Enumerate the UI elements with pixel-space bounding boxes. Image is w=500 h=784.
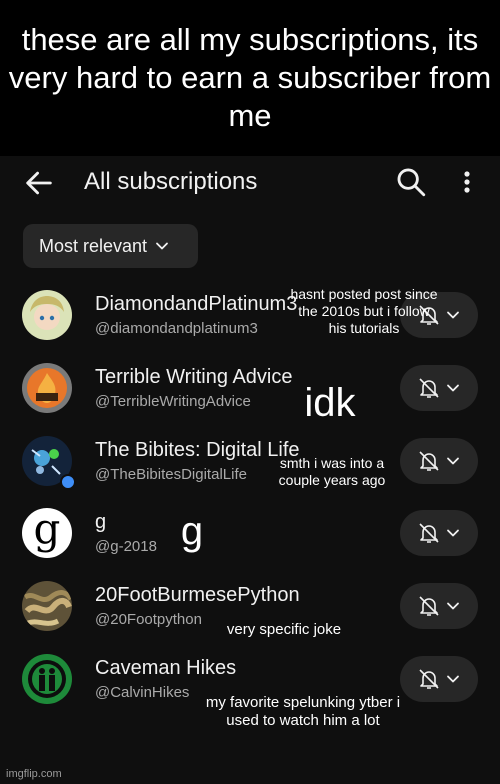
- chevron-down-icon: [447, 384, 459, 392]
- channel-name: Caveman Hikes: [95, 657, 237, 679]
- channel-name: 20FootBurmesePython: [95, 584, 300, 606]
- more-vert-icon[interactable]: [455, 165, 479, 199]
- avatar-letter: g: [33, 508, 61, 553]
- channel-name: The Bibites: Digital Life: [95, 439, 300, 461]
- avatar: [22, 290, 72, 340]
- channel-handle: @CalvinHikes: [95, 684, 190, 701]
- search-icon[interactable]: [394, 165, 428, 199]
- chevron-down-icon: [447, 457, 459, 465]
- channel-row[interactable]: Terrible Writing Advice @TerribleWriting…: [0, 363, 500, 435]
- channel-handle: @g-2018: [95, 538, 157, 555]
- meme-caption: these are all my subscriptions, its very…: [0, 0, 500, 156]
- annotation-note: my favorite spelunking ytber i used to w…: [205, 694, 401, 729]
- channel-handle: @TerribleWritingAdvice: [95, 393, 251, 410]
- avatar: g: [22, 508, 72, 558]
- notification-button[interactable]: [400, 583, 478, 629]
- watermark: imgflip.com: [6, 768, 62, 780]
- channel-row[interactable]: 20FootBurmesePython @20Footpython: [0, 581, 500, 653]
- channel-name: DiamondandPlatinum3: [95, 293, 298, 315]
- bell-off-icon: [419, 378, 439, 398]
- notification-button[interactable]: [400, 365, 478, 411]
- channel-name: g: [95, 511, 107, 533]
- sort-dropdown[interactable]: Most relevant: [23, 224, 198, 268]
- top-bar: All subscriptions: [0, 156, 500, 208]
- avatar: [22, 363, 72, 413]
- annotation-note: very specific joke: [226, 621, 342, 638]
- bell-off-icon: [419, 451, 439, 471]
- live-badge: [60, 474, 76, 490]
- bell-off-icon: [419, 523, 439, 543]
- chevron-down-icon: [156, 242, 168, 250]
- bell-off-icon: [419, 669, 439, 689]
- avatar: [22, 581, 72, 631]
- channel-name: Terrible Writing Advice: [95, 366, 293, 388]
- channel-handle: @diamondandplatinum3: [95, 320, 258, 337]
- sort-label: Most relevant: [39, 235, 148, 256]
- channel-row[interactable]: The Bibites: Digital Life @TheBibitesDig…: [0, 436, 500, 508]
- notification-button[interactable]: [400, 510, 478, 556]
- chevron-down-icon: [447, 311, 459, 319]
- bell-off-icon: [419, 596, 439, 616]
- annotation-note: g: [180, 509, 204, 553]
- annotation-note: idk: [304, 381, 356, 425]
- annotation-note: hasnt posted post since the 2010s but i …: [290, 286, 438, 336]
- subscriptions-screen: All subscriptions Most relevant Diamonda…: [0, 156, 500, 784]
- annotation-note: smth i was into a couple years ago: [278, 455, 386, 488]
- channel-handle: @TheBibitesDigitalLife: [95, 466, 247, 483]
- arrow-left-icon[interactable]: [22, 166, 56, 200]
- chevron-down-icon: [447, 675, 459, 683]
- page-title: All subscriptions: [84, 168, 258, 195]
- channel-handle: @20Footpython: [95, 611, 202, 628]
- notification-button[interactable]: [400, 656, 478, 702]
- notification-button[interactable]: [400, 438, 478, 484]
- channel-row[interactable]: g g @g-2018: [0, 508, 500, 580]
- avatar: [22, 654, 72, 704]
- chevron-down-icon: [447, 602, 459, 610]
- chevron-down-icon: [447, 529, 459, 537]
